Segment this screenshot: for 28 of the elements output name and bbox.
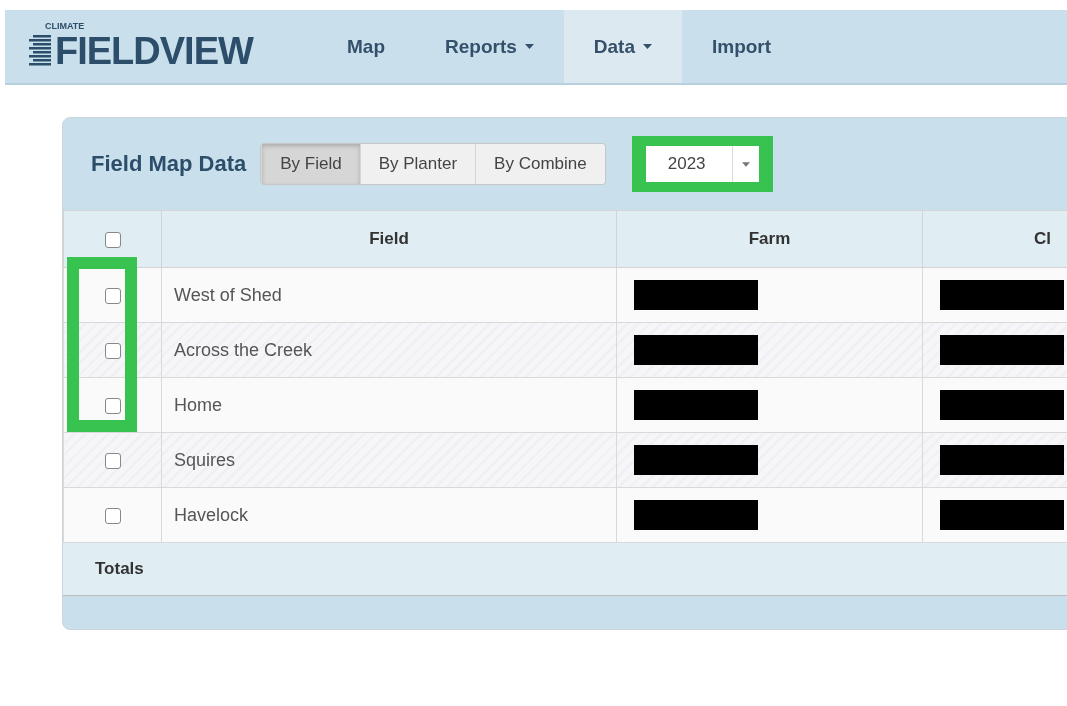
row-checkbox[interactable] [104,397,121,414]
nav-tab[interactable]: Map [317,10,415,83]
field-name: Across the Creek [174,339,313,360]
field-name: Squires [174,449,236,470]
view-toggle-button[interactable]: By Combine [475,144,605,184]
field-name: West of Shed [174,284,282,305]
nav-tab[interactable]: Data [563,10,682,83]
year-dropdown[interactable]: 2023 [645,146,759,182]
column-header: Field [369,229,409,248]
view-toggle-button[interactable]: By Planter [359,144,476,184]
nav-tab[interactable]: Reports [415,10,564,83]
caret-icon [741,161,750,167]
field-name: Havelock [174,504,249,525]
row-checkbox[interactable] [104,287,121,304]
column-header: Cl [1034,229,1051,248]
panel-title: Field Map Data [91,151,247,177]
select-all-checkbox[interactable] [104,231,121,248]
field-name: Home [174,394,222,415]
column-header: Farm [748,229,791,248]
row-checkbox[interactable] [104,342,121,359]
logo-subtitle: CLIMATE [45,22,86,31]
view-toggle-button[interactable]: By Field [261,144,360,184]
row-checkbox[interactable] [104,507,121,524]
logo[interactable]: FIELDVIEW [55,31,253,71]
totals-label: Totals [95,559,144,579]
row-checkbox[interactable] [104,452,121,469]
nav-tab[interactable]: Import [682,10,802,83]
brick-lines-icon [27,34,53,68]
